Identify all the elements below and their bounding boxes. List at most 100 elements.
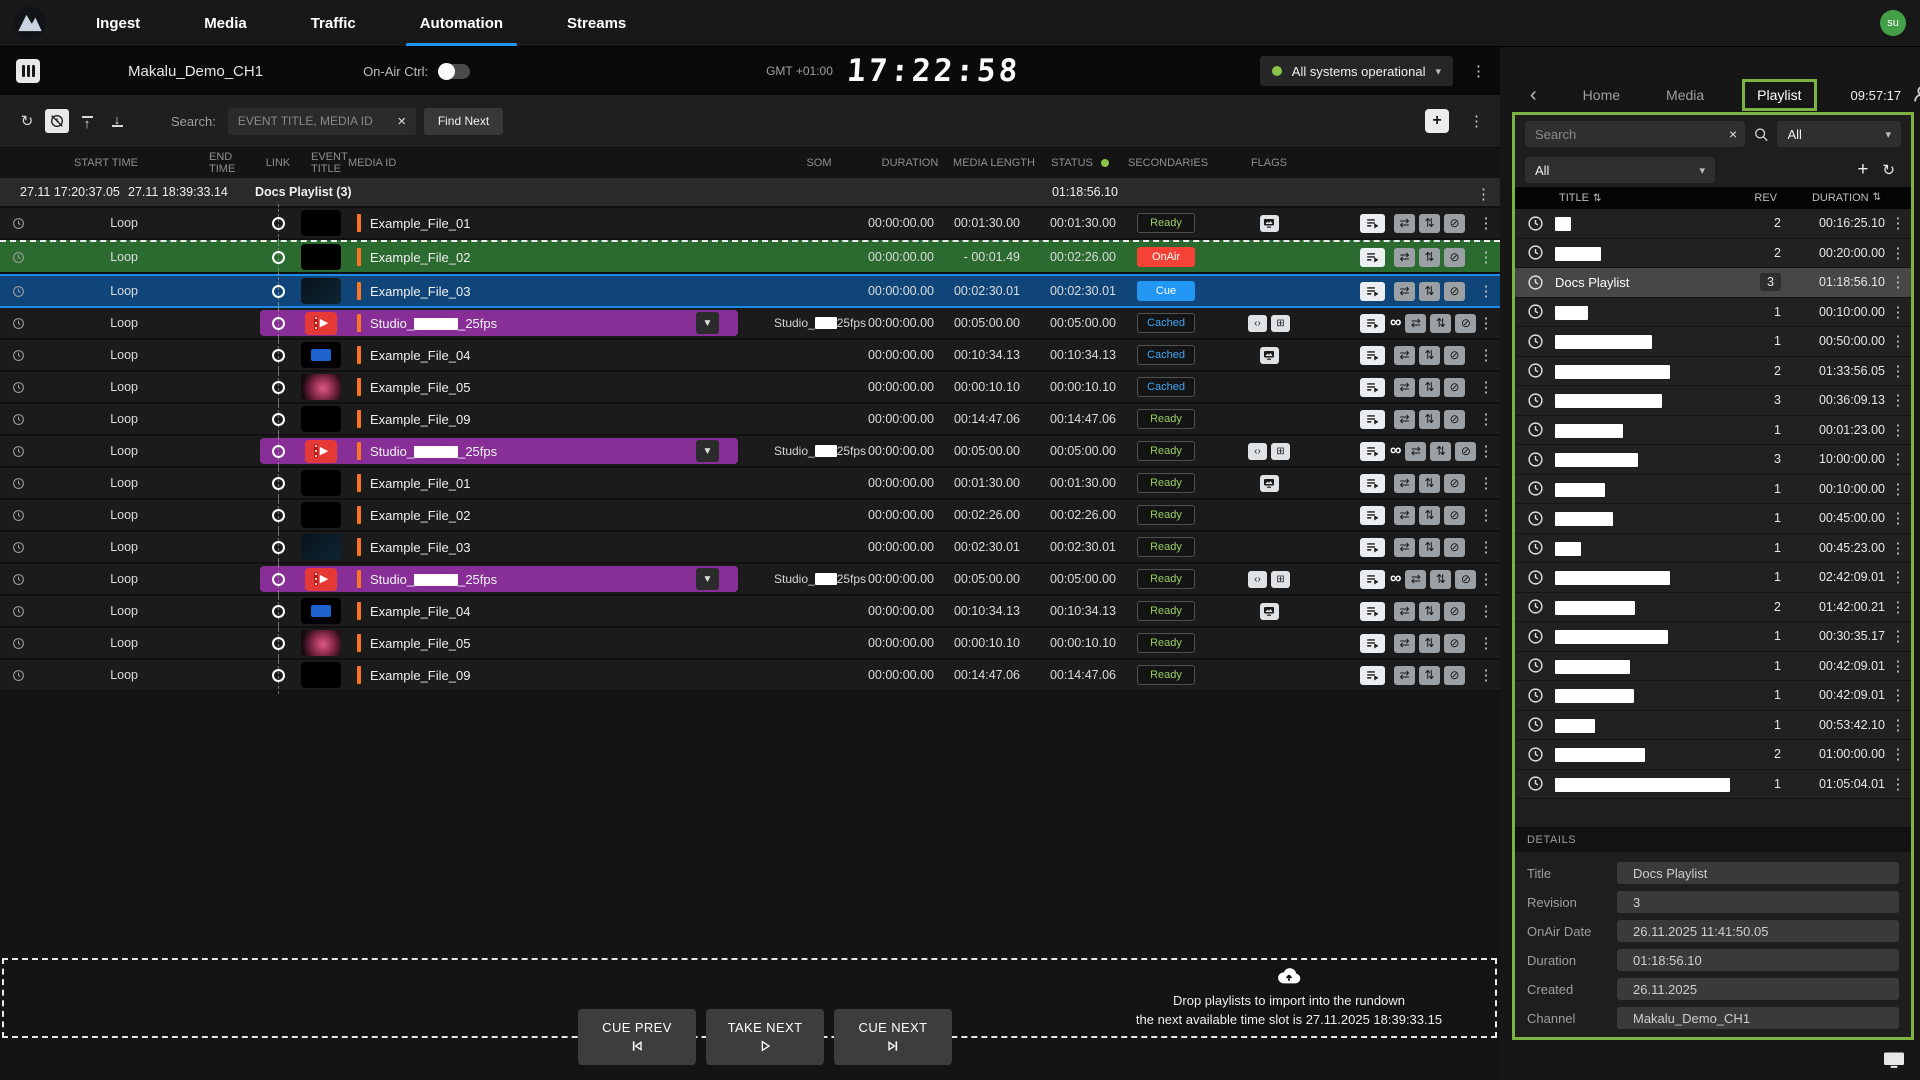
link-node[interactable] <box>258 242 298 272</box>
tab-streams[interactable]: Streams <box>561 0 632 46</box>
rundown-search-input[interactable] <box>228 108 388 135</box>
queue-actions-icon[interactable] <box>1360 538 1385 557</box>
playlist-group-row[interactable]: 27.11 17:20:37.05 27.11 18:39:33.14 Docs… <box>0 178 1500 208</box>
event-title[interactable]: Example_File_05 <box>370 636 470 651</box>
queue-actions-icon[interactable] <box>1360 506 1385 525</box>
monitor-icon[interactable] <box>1260 603 1279 620</box>
reorder-icon[interactable]: ⇅ <box>1419 538 1440 557</box>
monitor-icon[interactable] <box>1260 215 1279 232</box>
event-title[interactable]: Studio__25fps <box>370 444 497 459</box>
playlist-kebab-icon[interactable]: ⋮ <box>1885 775 1911 793</box>
repeat-icon[interactable]: ⇄ <box>1405 442 1426 461</box>
find-next-button[interactable]: Find Next <box>424 108 503 135</box>
grid-icon[interactable]: ⊞ <box>1271 571 1290 588</box>
playlist-row[interactable]: 2 01:42:00.21 ⋮ <box>1515 593 1911 623</box>
col-som[interactable]: SOM <box>770 148 868 178</box>
event-title[interactable]: Example_File_09 <box>370 412 470 427</box>
rundown-event-row[interactable]: Loop Example_File_01 00:00:00.00 00:01:3… <box>0 208 1500 240</box>
rundown-event-row[interactable]: ▼ Loop ▶ Studio__25fps Studio_25fps 00:0… <box>0 564 1500 596</box>
disabled-flag-icon[interactable]: ⊘ <box>1444 506 1465 525</box>
event-thumbnail[interactable]: ▶ <box>301 438 341 464</box>
reorder-icon[interactable]: ⇅ <box>1419 506 1440 525</box>
playlist-kebab-icon[interactable]: ⋮ <box>1885 450 1911 468</box>
link-node[interactable] <box>258 596 298 626</box>
playlist-kebab-icon[interactable]: ⋮ <box>1885 332 1911 350</box>
cue-prev-button[interactable]: CUE PREV <box>578 1009 696 1065</box>
event-title[interactable]: Example_File_09 <box>370 668 470 683</box>
back-chevron-icon[interactable]: ‹ <box>1530 84 1537 107</box>
search-clear-icon[interactable]: × <box>388 108 416 135</box>
system-status-dropdown[interactable]: All systems operational ▾ <box>1260 56 1453 86</box>
playlist-search-clear-icon[interactable]: × <box>1721 126 1745 142</box>
refresh-playlists-icon[interactable]: ↻ <box>1882 161 1895 179</box>
user-profile-icon[interactable] <box>1911 83 1920 108</box>
reorder-icon[interactable]: ⇅ <box>1419 634 1440 653</box>
playlist-row[interactable]: 1 02:42:09.01 ⋮ <box>1515 563 1911 593</box>
col-duration[interactable]: DURATION <box>1812 192 1869 204</box>
playlist-row[interactable]: 1 00:10:00.00 ⋮ <box>1515 475 1911 505</box>
repeat-icon[interactable]: ⇄ <box>1394 346 1415 365</box>
col-duration[interactable]: DURATION <box>868 148 952 178</box>
playlist-row[interactable]: 1 00:30:35.17 ⋮ <box>1515 622 1911 652</box>
event-kebab-icon[interactable]: ⋮ <box>1479 442 1494 460</box>
event-title[interactable]: Example_File_04 <box>370 348 470 363</box>
rundown-event-row[interactable]: Loop Example_File_03 00:00:00.00 00:02:3… <box>0 532 1500 564</box>
repeat-icon[interactable]: ⇄ <box>1394 248 1415 267</box>
event-kebab-icon[interactable]: ⋮ <box>1479 602 1494 620</box>
scroll-to-onair-icon[interactable]: ↓ <box>105 109 129 133</box>
rundown-event-row[interactable]: Loop Example_File_02 00:00:00.00 - 00:01… <box>0 240 1500 274</box>
reorder-icon[interactable]: ⇅ <box>1419 214 1440 233</box>
playlist-row[interactable]: 1 00:01:23.00 ⋮ <box>1515 416 1911 446</box>
queue-actions-icon[interactable] <box>1360 282 1385 301</box>
playlist-row[interactable]: 3 00:36:09.13 ⋮ <box>1515 386 1911 416</box>
playlist-type-select[interactable]: All ▾ <box>1525 157 1715 183</box>
playlist-kebab-icon[interactable]: ⋮ <box>1885 421 1911 439</box>
playlist-row[interactable]: 2 01:33:56.05 ⋮ <box>1515 357 1911 387</box>
rundown-event-row[interactable]: ▼ Loop ▶ Studio__25fps Studio_25fps 00:0… <box>0 436 1500 468</box>
scroll-to-top-icon[interactable]: ↑ <box>75 109 99 133</box>
link-node[interactable] <box>258 276 298 306</box>
event-title[interactable]: Example_File_01 <box>370 476 470 491</box>
playlist-category-select[interactable]: All ▾ <box>1777 121 1901 147</box>
event-title[interactable]: Example_File_01 <box>370 216 470 231</box>
repeat-icon[interactable]: ⇄ <box>1394 602 1415 621</box>
queue-actions-icon[interactable] <box>1360 570 1385 589</box>
event-thumbnail[interactable] <box>301 470 341 496</box>
repeat-icon[interactable]: ⇄ <box>1405 570 1426 589</box>
queue-actions-icon[interactable] <box>1360 666 1385 685</box>
playlist-kebab-icon[interactable]: ⋮ <box>1885 745 1911 763</box>
event-thumbnail[interactable] <box>301 406 341 432</box>
code-icon[interactable]: ‹› <box>1248 443 1267 460</box>
event-title[interactable]: Example_File_03 <box>370 284 470 299</box>
playlist-row[interactable]: 1 00:50:00.00 ⋮ <box>1515 327 1911 357</box>
rundown-event-row[interactable]: Loop Example_File_02 00:00:00.00 00:02:2… <box>0 500 1500 532</box>
onair-ctrl-toggle[interactable] <box>438 64 470 79</box>
playlist-row[interactable]: 1 00:45:23.00 ⋮ <box>1515 534 1911 564</box>
grid-icon[interactable]: ⊞ <box>1271 315 1290 332</box>
event-thumbnail[interactable] <box>301 374 341 400</box>
col-secondaries[interactable]: SECONDARIES <box>1124 148 1208 178</box>
rundown-event-row[interactable]: Loop Example_File_05 00:00:00.00 00:00:1… <box>0 372 1500 404</box>
event-title[interactable]: Studio__25fps <box>370 316 497 331</box>
link-node[interactable] <box>258 532 298 562</box>
link-node[interactable] <box>258 500 298 530</box>
rundown-event-row[interactable]: Loop Example_File_03 00:00:00.00 00:02:3… <box>0 274 1500 308</box>
playlist-kebab-icon[interactable]: ⋮ <box>1885 214 1911 232</box>
queue-actions-icon[interactable] <box>1360 474 1385 493</box>
col-rev[interactable]: REV <box>1741 192 1777 204</box>
playlist-kebab-icon[interactable]: ⋮ <box>1885 686 1911 704</box>
playlist-kebab-icon[interactable]: ⋮ <box>1885 539 1911 557</box>
col-title[interactable]: TITLE <box>1559 192 1589 204</box>
queue-actions-icon[interactable] <box>1360 442 1385 461</box>
event-title[interactable]: Studio__25fps <box>370 572 497 587</box>
playlist-row[interactable]: 1 00:45:00.00 ⋮ <box>1515 504 1911 534</box>
side-nav-playlist[interactable]: Playlist <box>1742 79 1816 111</box>
col-media-id[interactable]: MEDIA ID <box>344 148 770 178</box>
tab-automation[interactable]: Automation <box>414 0 509 46</box>
queue-actions-icon[interactable] <box>1360 214 1385 233</box>
repeat-icon[interactable]: ⇄ <box>1394 666 1415 685</box>
playlist-row[interactable]: 1 00:10:00.00 ⋮ <box>1515 298 1911 328</box>
event-kebab-icon[interactable]: ⋮ <box>1479 214 1494 232</box>
link-node[interactable] <box>258 340 298 370</box>
playlist-kebab-icon[interactable]: ⋮ <box>1885 244 1911 262</box>
